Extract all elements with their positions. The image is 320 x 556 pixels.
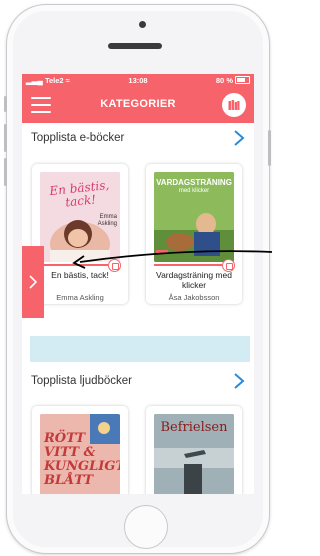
- cover-author: Emma Askling: [97, 214, 117, 227]
- battery-icon: [235, 76, 250, 84]
- book-cover: RÖTT VITT & KUNGLIGT BLÅTT: [40, 414, 120, 494]
- power-button: [268, 130, 271, 166]
- volume-up-button: [4, 124, 7, 152]
- book-cover: VARDAGSTRÄNING med klicker: [154, 172, 234, 262]
- earpiece-speaker: [108, 43, 162, 49]
- side-drawer-tab[interactable]: [22, 246, 44, 318]
- app-screen: ▂▃▄ Tele2 ≈ 13:08 80 % KATEGORIER Toppli…: [22, 74, 254, 494]
- library-button[interactable]: [222, 93, 246, 117]
- cover-title: VARDAGSTRÄNING: [156, 178, 232, 187]
- cover-title: Befrielsen: [160, 420, 228, 435]
- section-title: Topplista e-böcker: [31, 132, 125, 144]
- book-title: En bästis, tack!: [51, 270, 109, 280]
- chevron-right-icon: [29, 275, 38, 289]
- promo-banner[interactable]: [30, 336, 250, 362]
- cover-title: RÖTT VITT & KUNGLIGT BLÅTT: [44, 431, 120, 488]
- book-cover: En bästis, tack! Emma Askling: [40, 172, 120, 262]
- progress-bar: [154, 264, 222, 266]
- chevron-right-icon[interactable]: [232, 129, 246, 147]
- progress-bar: [40, 264, 108, 266]
- book-card[interactable]: En bästis, tack! Emma Askling En bästis,…: [32, 164, 128, 304]
- top-navbar: KATEGORIER: [22, 87, 254, 123]
- section-header-ebooks: Topplista e-böcker: [31, 129, 248, 149]
- front-camera: [139, 21, 146, 28]
- battery-status: 80 %: [216, 76, 250, 85]
- home-button[interactable]: [124, 505, 168, 549]
- book-card[interactable]: RÖTT VITT & KUNGLIGT BLÅTT: [32, 406, 128, 494]
- book-author: Emma Askling: [56, 293, 104, 302]
- book-author: Åsa Jakobsson: [168, 293, 220, 302]
- book-card[interactable]: Befrielsen: [146, 406, 242, 494]
- section-title: Topplista ljudböcker: [31, 375, 133, 387]
- cover-subtitle: med klicker: [178, 188, 210, 194]
- chevron-right-icon[interactable]: [232, 372, 246, 390]
- status-bar: ▂▃▄ Tele2 ≈ 13:08 80 %: [22, 74, 254, 87]
- volume-down-button: [4, 158, 7, 186]
- book-cover: Befrielsen: [154, 414, 234, 494]
- book-card[interactable]: VARDAGSTRÄNING med klicker Vardagstränin…: [146, 164, 242, 304]
- page-title: KATEGORIER: [100, 98, 176, 110]
- bookshelf-icon: [228, 100, 240, 110]
- book-title: Vardagsträning med klicker: [156, 270, 232, 290]
- mute-switch: [4, 96, 7, 112]
- section-header-audiobooks: Topplista ljudböcker: [31, 372, 248, 392]
